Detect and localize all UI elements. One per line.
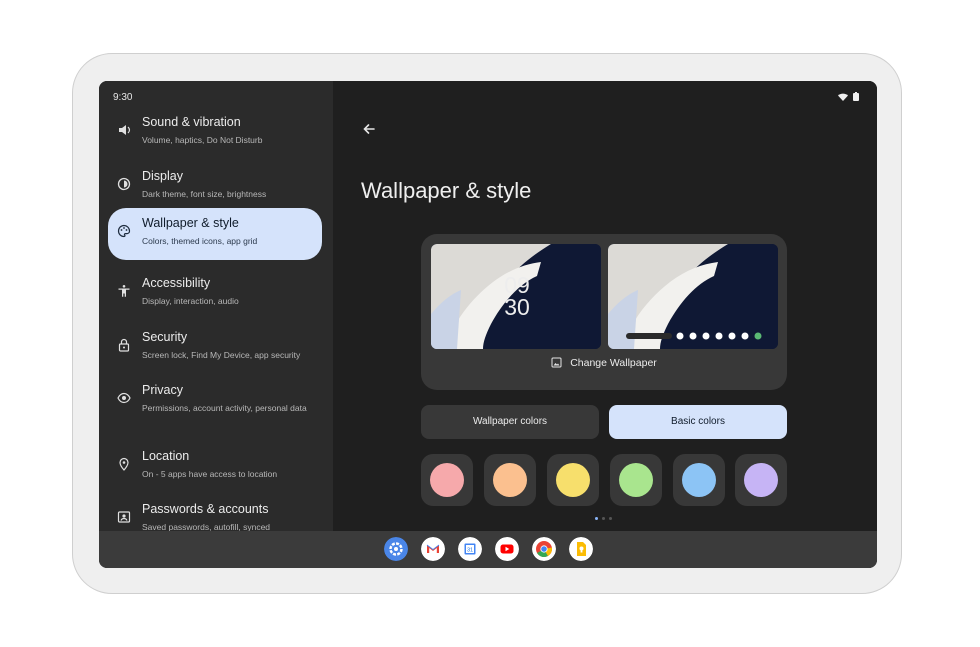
- change-wallpaper-button[interactable]: Change Wallpaper: [421, 357, 787, 369]
- swatch-color-dot: [619, 463, 653, 497]
- taskbar-dock: 31: [99, 531, 877, 568]
- color-swatch[interactable]: [484, 454, 536, 506]
- volume-icon: [119, 125, 131, 135]
- privacy-eye-icon: [117, 392, 131, 404]
- wallpaper-preview-card: 09 30 Change Wallpaper: [421, 234, 787, 390]
- sidebar-item-subtitle: Permissions, account activity, personal …: [142, 403, 307, 413]
- sidebar-item-subtitle: On - 5 apps have access to location: [142, 469, 278, 479]
- tablet-screen: 9:30 Sound & vibration Volume, haptics, …: [99, 81, 877, 568]
- sidebar-item-subtitle: Volume, haptics, Do Not Disturb: [142, 135, 263, 145]
- sidebar-item-title: Accessibility: [142, 276, 211, 290]
- sidebar-item-accessibility[interactable]: Accessibility Display, interaction, audi…: [108, 268, 322, 320]
- color-swatch[interactable]: [547, 454, 599, 506]
- battery-icon: [853, 92, 859, 101]
- change-wallpaper-label: Change Wallpaper: [570, 357, 657, 369]
- swatch-color-dot: [493, 463, 527, 497]
- calendar-app-icon[interactable]: 31: [458, 537, 482, 561]
- swatch-color-dot: [430, 463, 464, 497]
- swatch-color-dot: [556, 463, 590, 497]
- page-indicator: [595, 517, 612, 520]
- palette-icon: [117, 224, 131, 238]
- sidebar-item-title: Security: [142, 330, 188, 344]
- sidebar-item-privacy[interactable]: Privacy Permissions, account activity, p…: [108, 375, 322, 427]
- sidebar-item-security[interactable]: Security Screen lock, Find My Device, ap…: [108, 322, 322, 374]
- sidebar-item-title: Sound & vibration: [142, 115, 241, 129]
- swatch-color-dot: [744, 463, 778, 497]
- back-arrow-icon[interactable]: [361, 121, 377, 137]
- keep-app-icon[interactable]: [569, 537, 593, 561]
- status-icons: [838, 92, 859, 101]
- sidebar-item-subtitle: Display, interaction, audio: [142, 296, 239, 306]
- sidebar-item-title: Wallpaper & style: [142, 216, 239, 230]
- page-title: Wallpaper & style: [361, 178, 532, 203]
- brightness-icon: [117, 177, 131, 191]
- page-dot: [595, 517, 598, 520]
- lock-icon: [118, 338, 130, 352]
- color-swatch[interactable]: [610, 454, 662, 506]
- wallpaper-style-panel: Wallpaper & style 09 30 Change Wallpaper…: [333, 81, 877, 531]
- tab-wallpaper-colors[interactable]: Wallpaper colors: [421, 405, 599, 439]
- account-box-icon: [117, 511, 131, 523]
- wallpaper-image: [608, 244, 778, 349]
- clock-hour: 09: [504, 272, 530, 298]
- tab-basic-colors[interactable]: Basic colors: [609, 405, 787, 439]
- sidebar-item-title: Passwords & accounts: [142, 502, 269, 516]
- sidebar-item-title: Display: [142, 169, 183, 183]
- sidebar-item-subtitle: Dark theme, font size, brightness: [142, 189, 267, 199]
- color-swatch[interactable]: [421, 454, 473, 506]
- home-screen-preview[interactable]: [608, 244, 778, 349]
- swatch-color-dot: [682, 463, 716, 497]
- page-dot: [609, 517, 612, 520]
- sidebar-item-location[interactable]: Location On - 5 apps have access to loca…: [108, 441, 322, 493]
- sidebar-item-display[interactable]: Display Dark theme, font size, brightnes…: [108, 161, 322, 213]
- sidebar-item-title: Location: [142, 449, 190, 463]
- youtube-app-icon[interactable]: [495, 537, 519, 561]
- clock-minute: 30: [504, 294, 530, 320]
- settings-app-icon[interactable]: [384, 537, 408, 561]
- lock-screen-clock: 09 30: [497, 272, 537, 320]
- status-time: 9:30: [113, 92, 133, 103]
- image-icon: [551, 357, 562, 368]
- wifi-icon: [838, 93, 848, 101]
- color-swatch[interactable]: [673, 454, 725, 506]
- sidebar-item-sound[interactable]: Sound & vibration Volume, haptics, Do No…: [108, 107, 322, 159]
- gmail-app-icon[interactable]: [421, 537, 445, 561]
- settings-sidebar: 9:30 Sound & vibration Volume, haptics, …: [99, 81, 333, 532]
- location-pin-icon: [119, 457, 129, 471]
- lock-screen-preview[interactable]: 09 30: [431, 244, 601, 349]
- color-swatch[interactable]: [735, 454, 787, 506]
- sidebar-item-subtitle: Colors, themed icons, app grid: [142, 236, 258, 246]
- sidebar-item-subtitle: Screen lock, Find My Device, app securit…: [142, 350, 301, 360]
- chrome-app-icon[interactable]: [532, 537, 556, 561]
- sidebar-item-wallpaper-style[interactable]: Wallpaper & style Colors, themed icons, …: [108, 208, 322, 260]
- calendar-day-text: 31: [467, 548, 473, 554]
- accessibility-icon: [118, 285, 130, 297]
- page-dot: [602, 517, 605, 520]
- sidebar-item-title: Privacy: [142, 383, 183, 397]
